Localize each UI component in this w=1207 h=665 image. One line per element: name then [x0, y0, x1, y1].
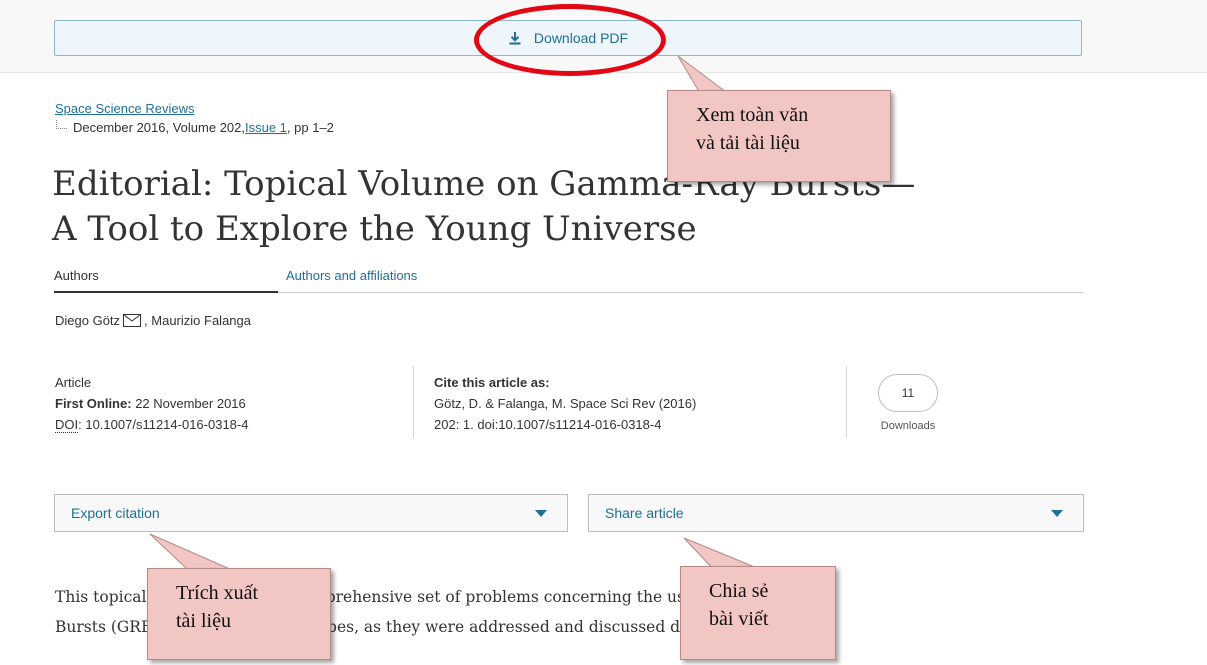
export-citation-label: Export citation [71, 505, 160, 521]
issue-link[interactable]: Issue 1 [245, 120, 287, 135]
first-online-date: 22 November 2016 [135, 396, 246, 411]
tree-connector-icon [56, 120, 67, 129]
annotation-share-line-1: Chia sẻ [709, 580, 769, 602]
meta-divider-2 [846, 366, 847, 438]
author-list: Diego Götz , Maurizio Falanga [55, 313, 251, 328]
annotation-share-line-2: bài viết [709, 608, 769, 630]
caret-down-icon [1051, 509, 1063, 517]
download-pdf-label: Download PDF [533, 30, 629, 46]
export-citation-dropdown[interactable]: Export citation [54, 494, 568, 532]
tab-authors-affiliations[interactable]: Authors and affiliations [286, 268, 417, 283]
issue-info: December 2016, Volume 202, Issue 1, pp 1… [56, 120, 334, 135]
journal-link[interactable]: Space Science Reviews [55, 101, 194, 116]
citation-block: Cite this article as: Götz, D. & Falanga… [434, 372, 696, 435]
doi-label: DOI [55, 417, 79, 433]
article-type: Article [55, 375, 92, 390]
annotation-view-line-2: và tải tài liệu [696, 132, 800, 154]
issue-pages: , pp 1–2 [286, 120, 334, 135]
doi-value: : 10.1007/s11214-016-0318-4 [78, 417, 249, 432]
annotation-share: Chia sẻ bài viết [680, 566, 836, 660]
article-meta: Article First Online: 22 November 2016 D… [55, 372, 248, 435]
author-link-falanga[interactable]: , Maurizio Falanga [144, 313, 251, 328]
annotation-export: Trích xuất tài liệu [147, 568, 331, 660]
annotation-export-line-1: Trích xuất [176, 582, 259, 604]
share-article-label: Share article [605, 505, 684, 521]
cite-line-2: 202: 1. doi:10.1007/s11214-016-0318-4 [434, 417, 662, 432]
downloads-label: Downloads [880, 420, 936, 432]
first-online-label: First Online: [55, 396, 132, 411]
annotation-view-line-1: Xem toàn văn [696, 104, 809, 126]
share-article-dropdown[interactable]: Share article [588, 494, 1084, 532]
download-pdf-button[interactable]: Download PDF [54, 20, 1082, 56]
meta-divider [413, 366, 414, 438]
first-online: First Online: 22 November 2016 [55, 393, 248, 414]
author-tabs: Authors Authors and affiliations [54, 264, 1084, 293]
title-line-2: A Tool to Explore the Young Universe [52, 209, 697, 249]
caret-down-icon [535, 509, 547, 517]
annotation-view-download: Xem toàn văn và tải tài liệu [667, 90, 891, 182]
downloads-metric: 11 Downloads [868, 374, 948, 432]
cite-heading: Cite this article as: [434, 375, 550, 390]
doi: DOI: 10.1007/s11214-016-0318-4 [55, 414, 248, 435]
downloads-count: 11 [878, 374, 938, 412]
cite-line-1: Götz, D. & Falanga, M. Space Sci Rev (20… [434, 396, 697, 411]
mail-icon[interactable] [123, 314, 142, 327]
download-icon [509, 32, 521, 45]
author-link-gotz[interactable]: Diego Götz [55, 313, 120, 328]
tab-authors[interactable]: Authors [54, 268, 278, 293]
annotation-export-line-2: tài liệu [176, 610, 231, 632]
issue-date-volume: December 2016, Volume 202, [73, 120, 245, 135]
